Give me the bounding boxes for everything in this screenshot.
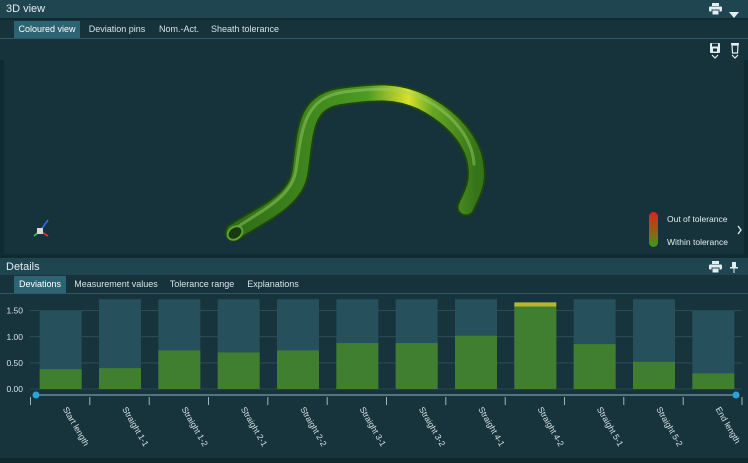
3d-view-titlebar: 3D view — [0, 0, 748, 18]
deviation-bar[interactable] — [633, 361, 675, 389]
3d-viewport[interactable]: Out of tolerance Within tolerance — [4, 60, 744, 254]
axis-triad-icon — [33, 219, 49, 237]
x-tick-label: Straight 5-2 — [654, 405, 685, 448]
tab-coloured-view[interactable]: Coloured view — [14, 21, 80, 38]
print-icon[interactable] — [709, 3, 722, 21]
deviation-bar-chart: 0.00 0.50 1.00 1.50 Start length Straight 1-1… — [6, 299, 743, 448]
deviation-bar[interactable] — [99, 368, 141, 389]
deviation-bar[interactable] — [692, 373, 735, 389]
tab-deviation-pins[interactable]: Deviation pins — [84, 21, 150, 38]
tab-measurement-values[interactable]: Measurement values — [70, 276, 162, 293]
tab-explanations[interactable]: Explanations — [242, 276, 304, 293]
tab-tolerance-range[interactable]: Tolerance range — [164, 276, 240, 293]
deviation-bar[interactable] — [395, 343, 438, 389]
3d-view-tabbar: Coloured view Deviation pins Nom.-Act. S… — [0, 20, 748, 39]
range-end-handle[interactable] — [732, 391, 740, 399]
deviation-bar[interactable] — [39, 369, 82, 389]
deviation-bar[interactable] — [455, 335, 497, 389]
y-tick-label: 1.00 — [6, 332, 23, 342]
deviation-bar[interactable] — [217, 352, 260, 389]
x-tick-label: End length — [714, 405, 743, 445]
deviation-bar[interactable] — [277, 350, 319, 389]
tab-deviations[interactable]: Deviations — [14, 276, 66, 293]
details-tabbar: Deviations Measurement values Tolerance … — [0, 275, 748, 294]
tab-nom-act[interactable]: Nom.-Act. — [154, 21, 204, 38]
y-tick-label: 0.00 — [6, 384, 23, 394]
range-start-handle[interactable] — [32, 391, 40, 399]
y-tick-label: 1.50 — [6, 306, 23, 316]
x-tick-label: Straight 4-1 — [476, 405, 507, 448]
y-tick-label: 0.50 — [6, 358, 23, 368]
legend-within-tolerance: Within tolerance — [667, 237, 728, 247]
legend-out-of-tolerance: Out of tolerance — [667, 214, 728, 224]
details-title: Details — [6, 261, 40, 273]
x-tick-label: Straight 4-2 — [536, 405, 567, 448]
deviation-bar[interactable] — [573, 344, 616, 389]
bent-tube-model — [33, 83, 742, 247]
x-tick-label: Straight 2-1 — [239, 405, 270, 448]
3d-view-toolbar — [0, 39, 748, 60]
tolerance-legend-bar — [649, 212, 658, 247]
deviation-bar[interactable] — [158, 350, 201, 389]
chevron-right-icon[interactable] — [737, 225, 742, 235]
deviation-bar[interactable] — [514, 306, 557, 389]
x-tick-label: Straight 2-2 — [298, 405, 329, 448]
x-tick-label: Start length — [61, 405, 92, 448]
3d-view-title: 3D view — [6, 3, 46, 15]
out-of-tolerance-bar[interactable] — [514, 302, 557, 307]
x-tick-label: Straight 1-1 — [120, 405, 151, 448]
tab-sheath-tolerance[interactable]: Sheath tolerance — [206, 21, 284, 38]
x-tick-label: Straight 3-1 — [358, 405, 389, 448]
deviation-bar[interactable] — [336, 343, 379, 389]
deviation-chart-area: 0.00 0.50 1.00 1.50 Start length Straight 1-1… — [0, 294, 748, 458]
x-tick-label: Straight 1-2 — [180, 405, 211, 448]
x-tick-label: Straight 3-2 — [417, 405, 448, 448]
x-tick-label: Straight 5-1 — [595, 405, 626, 448]
details-titlebar: Details — [0, 258, 748, 276]
